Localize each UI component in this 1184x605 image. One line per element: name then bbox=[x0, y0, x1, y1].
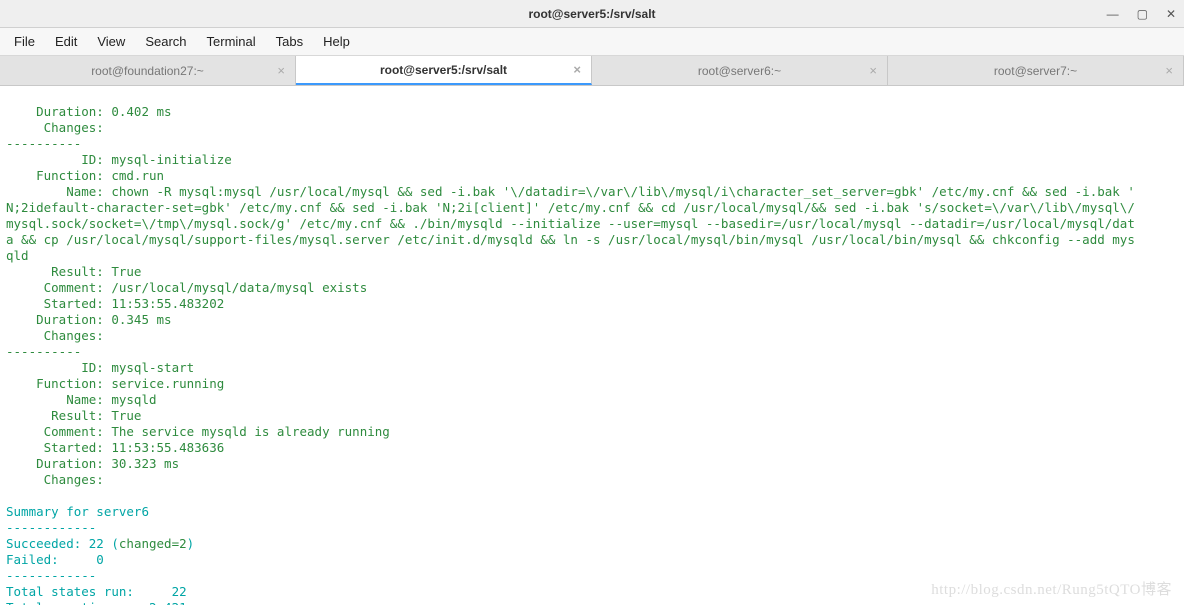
output-line: qld bbox=[6, 248, 29, 263]
output-line: Name: chown -R mysql:mysql /usr/local/my… bbox=[6, 184, 1135, 199]
tab-server7[interactable]: root@server7:~ × bbox=[888, 56, 1184, 85]
tab-close-icon[interactable]: × bbox=[869, 63, 877, 78]
tab-label: root@foundation27:~ bbox=[91, 64, 204, 78]
menu-file[interactable]: File bbox=[6, 30, 43, 53]
output-changed: changed=2 bbox=[119, 536, 187, 551]
output-line: mysql.sock/socket=\/tmp\/mysql.sock/g' /… bbox=[6, 216, 1135, 231]
tab-server6[interactable]: root@server6:~ × bbox=[592, 56, 888, 85]
tab-label: root@server6:~ bbox=[698, 64, 781, 78]
output-total-states: Total states run: 22 bbox=[6, 584, 187, 599]
output-paren: ) bbox=[187, 536, 195, 551]
output-line: Changes: bbox=[6, 120, 104, 135]
output-line: Function: service.running bbox=[6, 376, 224, 391]
tab-label: root@server5:/srv/salt bbox=[380, 63, 507, 77]
window-title: root@server5:/srv/salt bbox=[528, 7, 655, 21]
output-line: Function: cmd.run bbox=[6, 168, 164, 183]
tab-close-icon[interactable]: × bbox=[277, 63, 285, 78]
output-line: Result: True bbox=[6, 408, 141, 423]
output-line: ID: mysql-start bbox=[6, 360, 194, 375]
output-line: N;2idefault-character-set=gbk' /etc/my.c… bbox=[6, 200, 1135, 215]
output-line: Duration: 0.402 ms bbox=[6, 104, 172, 119]
menu-edit[interactable]: Edit bbox=[47, 30, 85, 53]
window-controls: — ▢ ✕ bbox=[1107, 0, 1176, 27]
output-line: Duration: 30.323 ms bbox=[6, 456, 179, 471]
tab-label: root@server7:~ bbox=[994, 64, 1077, 78]
output-line: Comment: The service mysqld is already r… bbox=[6, 424, 390, 439]
menu-terminal[interactable]: Terminal bbox=[199, 30, 264, 53]
output-line: Started: 11:53:55.483636 bbox=[6, 440, 224, 455]
output-line: ------------ bbox=[6, 568, 96, 583]
menu-search[interactable]: Search bbox=[137, 30, 194, 53]
output-line: Changes: bbox=[6, 472, 104, 487]
tab-close-icon[interactable]: × bbox=[1165, 63, 1173, 78]
output-line: Changes: bbox=[6, 328, 104, 343]
output-line: ---------- bbox=[6, 136, 81, 151]
menu-view[interactable]: View bbox=[89, 30, 133, 53]
output-failed: Failed: 0 bbox=[6, 552, 104, 567]
output-line: a && cp /usr/local/mysql/support-files/m… bbox=[6, 232, 1135, 247]
close-icon[interactable]: ✕ bbox=[1166, 7, 1176, 21]
menubar: File Edit View Search Terminal Tabs Help bbox=[0, 28, 1184, 56]
output-summary-title: Summary for server6 bbox=[6, 504, 149, 519]
output-line: Duration: 0.345 ms bbox=[6, 312, 172, 327]
output-line: Name: mysqld bbox=[6, 392, 157, 407]
output-line: Started: 11:53:55.483202 bbox=[6, 296, 224, 311]
output-line: Result: True bbox=[6, 264, 141, 279]
tabbar: root@foundation27:~ × root@server5:/srv/… bbox=[0, 56, 1184, 86]
output-succeeded: Succeeded: 22 ( bbox=[6, 536, 119, 551]
window-titlebar: root@server5:/srv/salt — ▢ ✕ bbox=[0, 0, 1184, 28]
output-line: ---------- bbox=[6, 344, 81, 359]
output-total-time: Total run time: 2.421 s bbox=[6, 600, 202, 605]
menu-tabs[interactable]: Tabs bbox=[268, 30, 311, 53]
minimize-icon[interactable]: — bbox=[1107, 7, 1119, 21]
tab-close-icon[interactable]: × bbox=[573, 62, 581, 77]
menu-help[interactable]: Help bbox=[315, 30, 358, 53]
output-line: ------------ bbox=[6, 520, 96, 535]
tab-server5[interactable]: root@server5:/srv/salt × bbox=[296, 56, 592, 85]
tab-foundation27[interactable]: root@foundation27:~ × bbox=[0, 56, 296, 85]
terminal-output[interactable]: Duration: 0.402 ms Changes: ---------- I… bbox=[0, 86, 1184, 605]
output-line: ID: mysql-initialize bbox=[6, 152, 232, 167]
output-line: Comment: /usr/local/mysql/data/mysql exi… bbox=[6, 280, 367, 295]
maximize-icon[interactable]: ▢ bbox=[1137, 7, 1148, 21]
